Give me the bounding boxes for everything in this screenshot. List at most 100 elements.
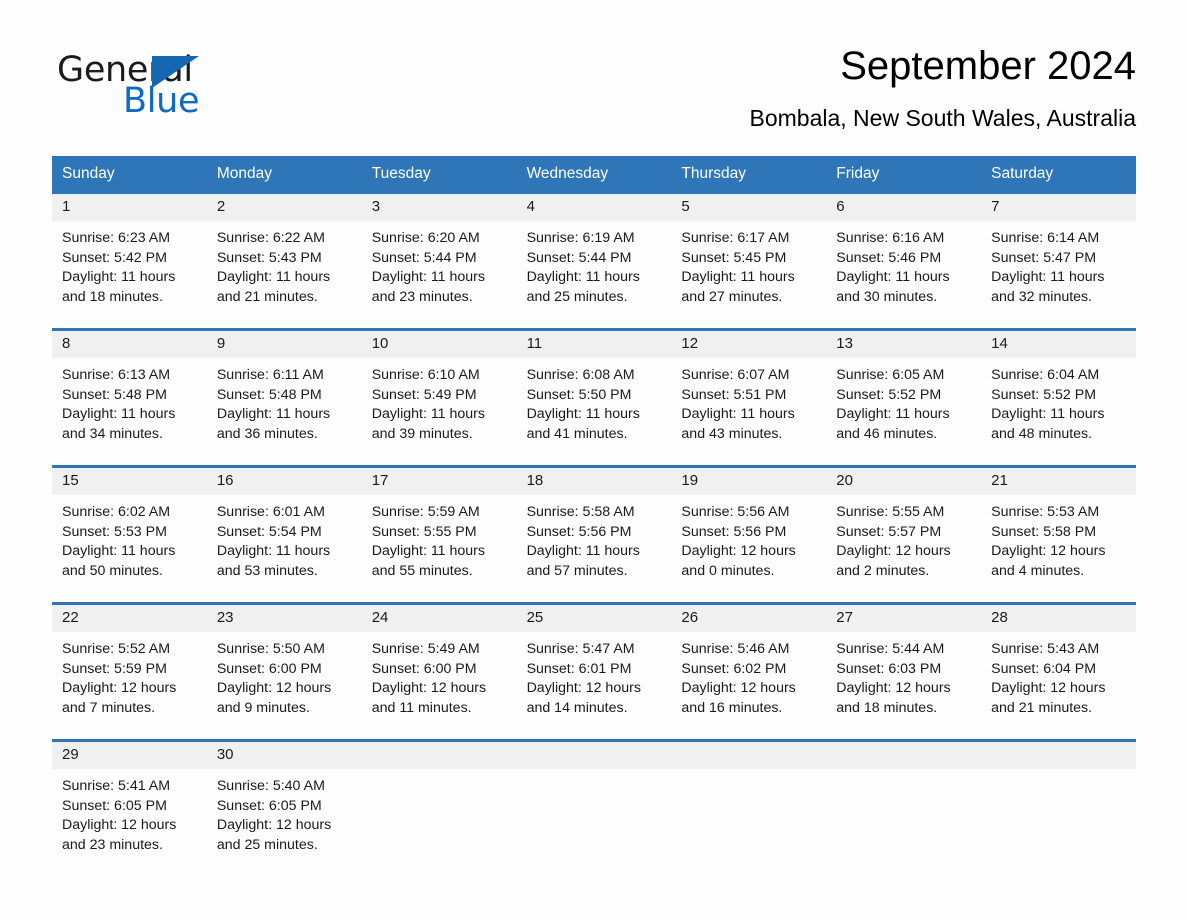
sunrise-text: Sunrise: 6:05 AM: [836, 366, 945, 383]
title-block: September 2024 Bombala, New South Wales,…: [247, 44, 1137, 132]
calendar-day-cell[interactable]: 6 Sunrise: 6:16 AM Sunset: 5:46 PM Daylight…: [826, 193, 982, 328]
daylight-text: Daylight: 12 hours and 0 minutes.: [681, 543, 796, 580]
calendar-day-cell[interactable]: 26 Sunrise: 5:46 AM Sunset: 6:02 PM Dayligh…: [671, 604, 827, 739]
day-number: 5: [671, 193, 827, 221]
sunset-text: Sunset: 5:44 PM: [526, 249, 632, 266]
calendar-day-cell[interactable]: 9 Sunrise: 6:11 AM Sunset: 5:48 PM Daylight…: [206, 330, 362, 465]
daylight-text: Daylight: 11 hours and 23 minutes.: [371, 269, 486, 306]
sunset-text: Sunset: 5:48 PM: [62, 386, 167, 403]
day-details: Sunrise: 6:05 AM Sunset: 5:52 PM Daylight:…: [826, 358, 981, 446]
day-number: 4: [516, 193, 672, 221]
sunset-text: Sunset: 5:55 PM: [371, 523, 477, 540]
calendar-day-cell[interactable]: 16 Sunrise: 6:01 AM Sunset: 5:54 PM Dayligh…: [206, 467, 362, 602]
day-number: 12: [671, 330, 827, 358]
daylight-text: Daylight: 12 hours and 11 minutes.: [371, 680, 487, 717]
calendar-day-cell[interactable]: 30 Sunrise: 5:40 AM Sunset: 6:05 PM Dayligh…: [206, 741, 362, 876]
weekday-friday: Friday: [836, 165, 880, 182]
day-number: 6: [826, 193, 982, 221]
calendar-day-cell[interactable]: 7 Sunrise: 6:14 AM Sunset: 5:47 PM Daylight…: [981, 193, 1136, 328]
daylight-text: Daylight: 12 hours and 21 minutes.: [991, 680, 1106, 717]
sunrise-text: Sunrise: 5:43 AM: [991, 640, 1100, 657]
calendar-day-cell[interactable]: 5 Sunrise: 6:17 AM Sunset: 5:45 PM Daylight…: [671, 193, 827, 328]
day-details: Sunrise: 6:13 AM Sunset: 5:48 PM Daylight:…: [52, 358, 207, 446]
daylight-text: Daylight: 11 hours and 30 minutes.: [836, 269, 950, 306]
day-details: Sunrise: 6:22 AM Sunset: 5:43 PM Daylight:…: [207, 221, 362, 309]
sunset-text: Sunset: 5:50 PM: [526, 386, 632, 403]
calendar-day-cell[interactable]: 24 Sunrise: 5:49 AM Sunset: 6:00 PM Dayligh…: [361, 604, 517, 739]
calendar-day-cell[interactable]: 19 Sunrise: 5:56 AM Sunset: 5:56 PM Dayligh…: [671, 467, 827, 602]
day-number: 10: [361, 330, 517, 358]
sunset-text: Sunset: 5:52 PM: [991, 386, 1097, 403]
sunrise-text: Sunrise: 5:53 AM: [991, 503, 1100, 520]
sunset-text: Sunset: 6:03 PM: [836, 660, 942, 677]
day-details: Sunrise: 6:16 AM Sunset: 5:46 PM Daylight:…: [826, 221, 981, 309]
sunset-text: Sunset: 5:53 PM: [62, 523, 167, 540]
calendar-day-cell[interactable]: 21 Sunrise: 5:53 AM Sunset: 5:58 PM Dayligh…: [981, 467, 1136, 602]
day-details: Sunrise: 6:19 AM Sunset: 5:44 PM Daylight:…: [517, 221, 672, 309]
day-number: 28: [981, 604, 1136, 632]
calendar-table: Sunday Monday Tuesday Wednesday Thursday…: [52, 156, 1136, 876]
calendar-day-cell[interactable]: 15 Sunrise: 6:02 AM Sunset: 5:53 PM Dayligh…: [52, 467, 207, 602]
calendar-day-cell[interactable]: 11 Sunrise: 6:08 AM Sunset: 5:50 PM Dayligh…: [516, 330, 672, 465]
daylight-text: Daylight: 12 hours and 14 minutes.: [526, 680, 641, 717]
day-details: Sunrise: 6:17 AM Sunset: 5:45 PM Daylight:…: [671, 221, 826, 309]
calendar-day-cell[interactable]: 22 Sunrise: 5:52 AM Sunset: 5:59 PM Dayligh…: [52, 604, 207, 739]
weekday-wednesday: Wednesday: [526, 165, 609, 182]
calendar-day-cell[interactable]: 25 Sunrise: 5:47 AM Sunset: 6:01 PM Dayligh…: [516, 604, 672, 739]
day-details: Sunrise: 5:58 AM Sunset: 5:56 PM Daylight:…: [517, 495, 672, 583]
calendar-day-cell[interactable]: 27 Sunrise: 5:44 AM Sunset: 6:03 PM Dayligh…: [826, 604, 982, 739]
sunset-text: Sunset: 5:46 PM: [836, 249, 942, 266]
sunset-text: Sunset: 5:51 PM: [681, 386, 787, 403]
day-details: Sunrise: 5:56 AM Sunset: 5:56 PM Daylight:…: [671, 495, 826, 583]
calendar-day-cell-empty: [981, 741, 1136, 876]
calendar-day-cell[interactable]: 13 Sunrise: 6:05 AM Sunset: 5:52 PM Dayligh…: [826, 330, 982, 465]
sunset-text: Sunset: 6:05 PM: [62, 797, 167, 814]
calendar-day-cell[interactable]: 2 Sunrise: 6:22 AM Sunset: 5:43 PM Daylight…: [206, 193, 362, 328]
calendar-day-cell[interactable]: 12 Sunrise: 6:07 AM Sunset: 5:51 PM Dayligh…: [671, 330, 827, 465]
day-number: 8: [52, 330, 207, 358]
sunrise-text: Sunrise: 5:46 AM: [681, 640, 790, 657]
daylight-text: Daylight: 11 hours and 25 minutes.: [526, 269, 640, 306]
calendar-day-cell[interactable]: 18 Sunrise: 5:58 AM Sunset: 5:56 PM Dayligh…: [516, 467, 672, 602]
calendar-day-cell[interactable]: 20 Sunrise: 5:55 AM Sunset: 5:57 PM Dayligh…: [826, 467, 982, 602]
daylight-text: Daylight: 11 hours and 27 minutes.: [681, 269, 795, 306]
day-number: [671, 741, 827, 769]
daylight-text: Daylight: 12 hours and 16 minutes.: [681, 680, 796, 717]
sunrise-text: Sunrise: 6:16 AM: [836, 229, 945, 246]
day-details: Sunrise: 5:44 AM Sunset: 6:03 PM Daylight:…: [826, 632, 981, 720]
calendar-day-cell[interactable]: 29 Sunrise: 5:41 AM Sunset: 6:05 PM Dayligh…: [52, 741, 207, 876]
daylight-text: Daylight: 11 hours and 50 minutes.: [62, 543, 176, 580]
weekday-saturday: Saturday: [991, 165, 1054, 182]
calendar-day-cell[interactable]: 14 Sunrise: 6:04 AM Sunset: 5:52 PM Dayligh…: [981, 330, 1136, 465]
calendar-day-cell[interactable]: 8 Sunrise: 6:13 AM Sunset: 5:48 PM Daylight…: [52, 330, 207, 465]
sunset-text: Sunset: 5:42 PM: [62, 249, 167, 266]
calendar-day-cell[interactable]: 4 Sunrise: 6:19 AM Sunset: 5:44 PM Daylight…: [516, 193, 672, 328]
day-details: Sunrise: 5:55 AM Sunset: 5:57 PM Daylight:…: [826, 495, 981, 583]
daylight-text: Daylight: 11 hours and 39 minutes.: [371, 406, 486, 443]
sunrise-text: Sunrise: 6:14 AM: [991, 229, 1100, 246]
day-details: Sunrise: 5:40 AM Sunset: 6:05 PM Daylight:…: [207, 769, 362, 857]
daylight-text: Daylight: 12 hours and 23 minutes.: [62, 817, 177, 854]
daylight-text: Daylight: 11 hours and 36 minutes.: [216, 406, 331, 443]
sunrise-text: Sunrise: 6:19 AM: [526, 229, 635, 246]
calendar-day-cell[interactable]: 3 Sunrise: 6:20 AM Sunset: 5:44 PM Daylight…: [361, 193, 517, 328]
sunrise-text: Sunrise: 5:50 AM: [216, 640, 325, 657]
sunrise-text: Sunrise: 6:04 AM: [991, 366, 1100, 383]
calendar-day-cell[interactable]: 17 Sunrise: 5:59 AM Sunset: 5:55 PM Dayligh…: [361, 467, 517, 602]
day-number: 9: [206, 330, 362, 358]
calendar-day-cell[interactable]: 1 Sunrise: 6:23 AM Sunset: 5:42 PM Daylight…: [52, 193, 207, 328]
calendar-day-cell[interactable]: 28 Sunrise: 5:43 AM Sunset: 6:04 PM Dayligh…: [981, 604, 1136, 739]
calendar-week-row: 15 Sunrise: 6:02 AM Sunset: 5:53 PM Dayligh…: [52, 464, 1136, 602]
weekday-header-row: Sunday Monday Tuesday Wednesday Thursday…: [52, 156, 1136, 194]
weekday-thursday: Thursday: [681, 165, 747, 182]
calendar-day-cell[interactable]: 10 Sunrise: 6:10 AM Sunset: 5:49 PM Dayligh…: [361, 330, 517, 465]
day-number: [981, 741, 1136, 769]
general-blue-logo[interactable]: General Blue: [57, 44, 247, 121]
daylight-text: Daylight: 11 hours and 53 minutes.: [216, 543, 331, 580]
daylight-text: Daylight: 11 hours and 21 minutes.: [216, 269, 331, 306]
calendar-day-cell[interactable]: 23 Sunrise: 5:50 AM Sunset: 6:00 PM Dayligh…: [206, 604, 362, 739]
day-number: 3: [361, 193, 517, 221]
sunset-text: Sunset: 5:59 PM: [62, 660, 167, 677]
sunrise-text: Sunrise: 6:07 AM: [681, 366, 790, 383]
day-details: Sunrise: 6:11 AM Sunset: 5:48 PM Daylight:…: [207, 358, 362, 446]
